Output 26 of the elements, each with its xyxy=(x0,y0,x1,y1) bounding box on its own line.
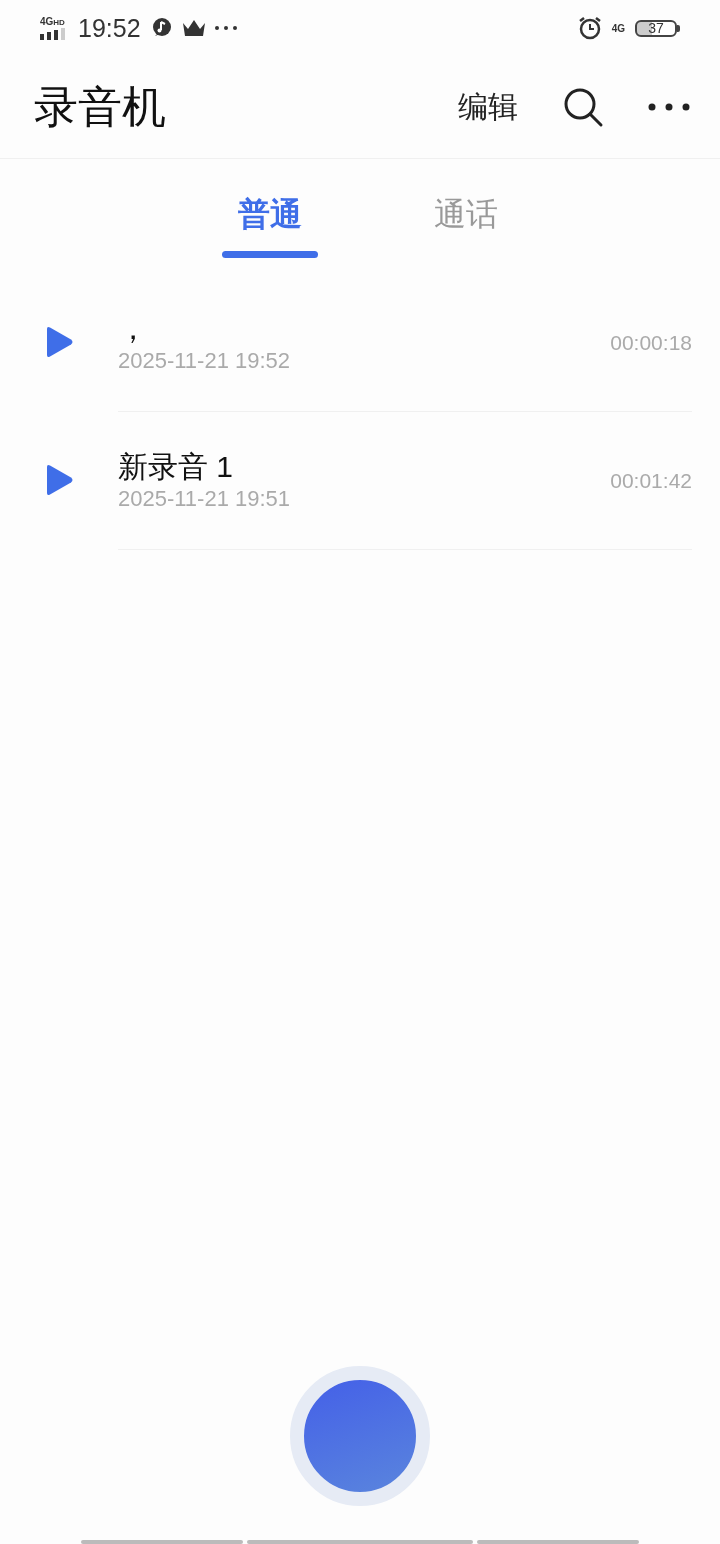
edit-button[interactable]: 编辑 xyxy=(458,86,518,128)
more-icon xyxy=(214,26,237,30)
recording-name: ， xyxy=(118,310,148,347)
tab[interactable]: 通话 xyxy=(418,193,514,269)
alarm-icon xyxy=(577,16,602,40)
app-title: 录音机 xyxy=(34,80,167,133)
tab[interactable]: 普通 xyxy=(206,193,334,269)
recording-name: 新录音 1 xyxy=(118,448,234,485)
music-note-icon xyxy=(150,17,173,39)
recording-date: 2025-11-21 19:51 xyxy=(118,485,291,512)
recording-duration: 00:01:42 xyxy=(610,468,692,493)
nav-handle[interactable] xyxy=(247,1540,473,1544)
network-label: 4GHD xyxy=(40,16,65,28)
play-icon[interactable] xyxy=(44,464,74,496)
more-icon[interactable] xyxy=(648,103,690,111)
clock-time: 19:52 xyxy=(78,13,141,43)
search-icon[interactable] xyxy=(562,86,604,128)
mobile-data-label: 4G xyxy=(611,22,625,34)
signal-icon xyxy=(40,27,68,40)
crown-icon xyxy=(182,20,205,36)
play-icon[interactable] xyxy=(44,326,74,358)
battery-icon: 37 xyxy=(635,19,677,37)
nav-handle[interactable] xyxy=(81,1540,243,1544)
nav-handle[interactable] xyxy=(477,1540,639,1544)
recording-date: 2025-11-21 19:52 xyxy=(118,347,291,374)
recording-duration: 00:00:18 xyxy=(610,330,692,355)
